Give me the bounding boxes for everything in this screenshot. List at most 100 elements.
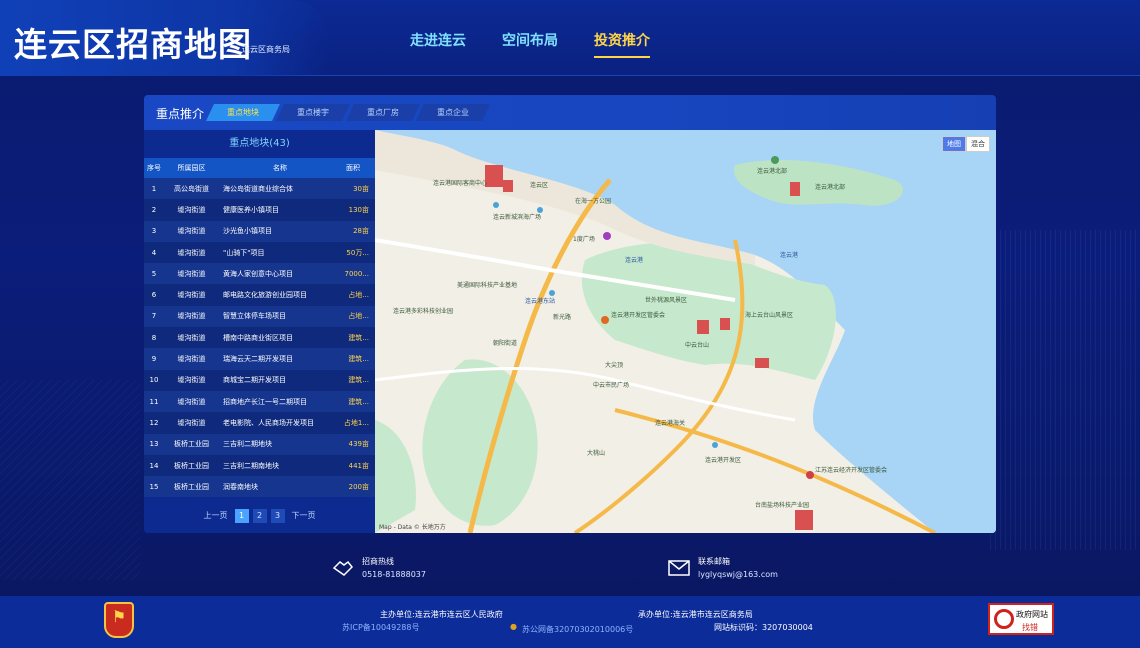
map-label: 连云港东站 [525, 298, 556, 305]
row-park: 墟沟街道 [177, 355, 206, 364]
page-1-button[interactable]: 1 [234, 509, 249, 523]
map-label: 江苏连云经济开发区管委会 [815, 467, 888, 474]
row-park: 墟沟街道 [177, 418, 206, 427]
row-name: 三吉利二期地块 [223, 440, 272, 449]
icp-link[interactable]: 苏ICP备10049288号 [342, 622, 420, 633]
row-index: 10 [149, 376, 159, 385]
nav-intro[interactable]: 走进连云 [410, 30, 466, 58]
table-row[interactable]: 11 墟沟街道 招商地产长江一号二期项目 建筑... [144, 390, 375, 413]
row-park: 板桥工业园 [174, 461, 209, 470]
map-view[interactable]: 连云港国际客商中心 连云区 在海一方公园 连云新城滨海广场 1度广场 连云港北部… [375, 130, 996, 533]
row-park: 墟沟街道 [177, 269, 206, 278]
row-index: 14 [149, 461, 159, 470]
row-name: 健康医养小镇项目 [223, 205, 279, 214]
table-row[interactable]: 2 墟沟街道 健康医养小镇项目 130亩 [144, 199, 375, 221]
map-label: 1度广场 [573, 236, 595, 243]
row-area: 28亩 [353, 227, 369, 236]
poi-icon[interactable] [806, 471, 814, 479]
prev-page-button[interactable]: 上一页 [201, 509, 231, 523]
poi-icon[interactable] [603, 232, 611, 240]
table-row[interactable]: 1 高公岛街道 海公岛街道商业综合体 30亩 [144, 178, 375, 200]
poi-icon[interactable] [493, 202, 499, 208]
site-title[interactable]: 连云区招商地图 [14, 18, 252, 66]
row-name: 三吉利二期南地块 [223, 461, 279, 470]
row-index: 7 [151, 312, 157, 321]
plot-marker[interactable] [697, 320, 709, 334]
table-row[interactable]: 4 墟沟街道 "山骑下"项目 50万... [144, 241, 375, 264]
table-body: 1 高公岛街道 海公岛街道商业综合体 30亩 2 墟沟街道 健康医养小镇项目 130亩 3 墟沟街… [144, 178, 375, 498]
decorative-lines-left [0, 380, 140, 580]
row-area: 建筑... [348, 397, 369, 406]
row-index: 11 [149, 397, 159, 406]
row-park: 墟沟街道 [177, 248, 206, 257]
map-type-hybrid-button[interactable]: 混合 [966, 136, 990, 152]
nav-investment[interactable]: 投资推介 [594, 30, 650, 58]
page-2-button[interactable]: 2 [252, 509, 267, 523]
nav-layout[interactable]: 空间布局 [502, 30, 558, 58]
handshake-icon [332, 560, 354, 576]
map-label: 大桃山 [587, 450, 606, 457]
tab-key-factories[interactable]: 重点厂房 [346, 104, 420, 121]
row-index: 4 [151, 248, 157, 257]
plot-list: 重点地块(43) 序号 所属园区 名称 面积 1 高公岛街道 海公岛街道商业综合体 3… [144, 130, 375, 533]
table-row[interactable]: 14 板桥工业园 三吉利二期南地块 441亩 [144, 454, 375, 477]
gov-badge-action: 找错 [1022, 623, 1038, 632]
hotline-label: 招商热线 [362, 557, 394, 566]
next-page-button[interactable]: 下一页 [289, 509, 319, 523]
row-index: 6 [151, 291, 157, 300]
page-3-button[interactable]: 3 [270, 509, 285, 523]
plot-marker[interactable] [485, 165, 503, 187]
map-label: 中云台山 [685, 342, 710, 349]
host-text: 主办单位:连云港市连云区人民政府 [380, 610, 503, 619]
row-name: "山骑下"项目 [223, 248, 265, 257]
row-park: 板桥工业园 [174, 482, 209, 491]
tab-key-plots[interactable]: 重点地块 [206, 104, 280, 121]
plot-marker[interactable] [795, 510, 813, 530]
table-row[interactable]: 3 墟沟街道 沙光鱼小镇项目 28亩 [144, 220, 375, 242]
row-park: 墟沟街道 [177, 205, 206, 214]
map-credit: Map - Data © 长地万方 [379, 524, 446, 531]
plot-marker[interactable] [755, 358, 769, 368]
row-name: 智慧立体停车场项目 [223, 312, 286, 321]
map-label: 朝阳街道 [493, 340, 518, 347]
poi-icon[interactable] [771, 156, 779, 164]
map-type-map-button[interactable]: 地图 [942, 136, 966, 152]
table-row[interactable]: 10 墟沟街道 商城宝二期开发项目 建筑... [144, 369, 375, 391]
map-label: 大尖顶 [605, 362, 624, 369]
table-header: 序号 所属园区 名称 面积 [144, 158, 375, 178]
map-label: 连云港 [625, 257, 644, 264]
table-row[interactable]: 5 墟沟街道 黄海人家创意中心项目 7000... [144, 263, 375, 285]
panel-header: 重点推介 重点地块 重点楼宇 重点厂房 重点企业 [144, 95, 996, 130]
plot-marker[interactable] [720, 318, 730, 330]
green-area-west [375, 420, 416, 533]
table-row[interactable]: 13 板桥工业园 三吉利二期地块 439亩 [144, 433, 375, 455]
poi-icon[interactable] [601, 316, 609, 324]
tab-key-enterprises[interactable]: 重点企业 [416, 104, 490, 121]
table-row[interactable]: 15 板桥工业园 润春南地块 200亩 [144, 476, 375, 498]
police-record-link[interactable]: 苏公网备32070302010006号 [522, 624, 633, 635]
table-row[interactable]: 6 墟沟街道 邮电路文化旅游创业园项目 占地... [144, 284, 375, 306]
email-label: 联系邮箱 [698, 557, 730, 566]
email-value[interactable]: lyglyqswj@163.com [698, 570, 778, 579]
row-name: 黄海人家创意中心项目 [223, 269, 293, 278]
table-row[interactable]: 9 墟沟街道 瑞海云天二期开发项目 建筑... [144, 348, 375, 370]
map-label: 中云市民广场 [593, 382, 630, 389]
party-gov-emblem-icon[interactable]: ⚑ [104, 602, 134, 638]
col-index: 序号 [147, 164, 161, 172]
hotline-value[interactable]: 0518-81888037 [362, 570, 426, 579]
map-label: 连云港 [780, 252, 799, 259]
table-row[interactable]: 8 墟沟街道 槽南中路商业街区项目 建筑... [144, 327, 375, 349]
table-row[interactable]: 7 墟沟街道 智慧立体停车场项目 占地... [144, 305, 375, 328]
plot-marker[interactable] [503, 180, 513, 192]
pagination: 上一页 1 2 3 下一页 [144, 509, 375, 523]
tab-key-buildings[interactable]: 重点楼宇 [276, 104, 350, 121]
row-park: 墟沟街道 [177, 312, 206, 321]
plot-marker[interactable] [790, 182, 800, 196]
row-name: 招商地产长江一号二期项目 [223, 397, 307, 406]
row-area: 建筑... [348, 355, 369, 364]
table-row[interactable]: 12 墟沟街道 老电影院、人民商场开发项目 占地1... [144, 412, 375, 434]
row-area: 7000... [344, 269, 370, 278]
poi-icon[interactable] [712, 442, 718, 448]
row-index: 8 [151, 333, 157, 342]
gov-site-error-report-badge[interactable]: 政府网站 找错 [988, 603, 1054, 635]
